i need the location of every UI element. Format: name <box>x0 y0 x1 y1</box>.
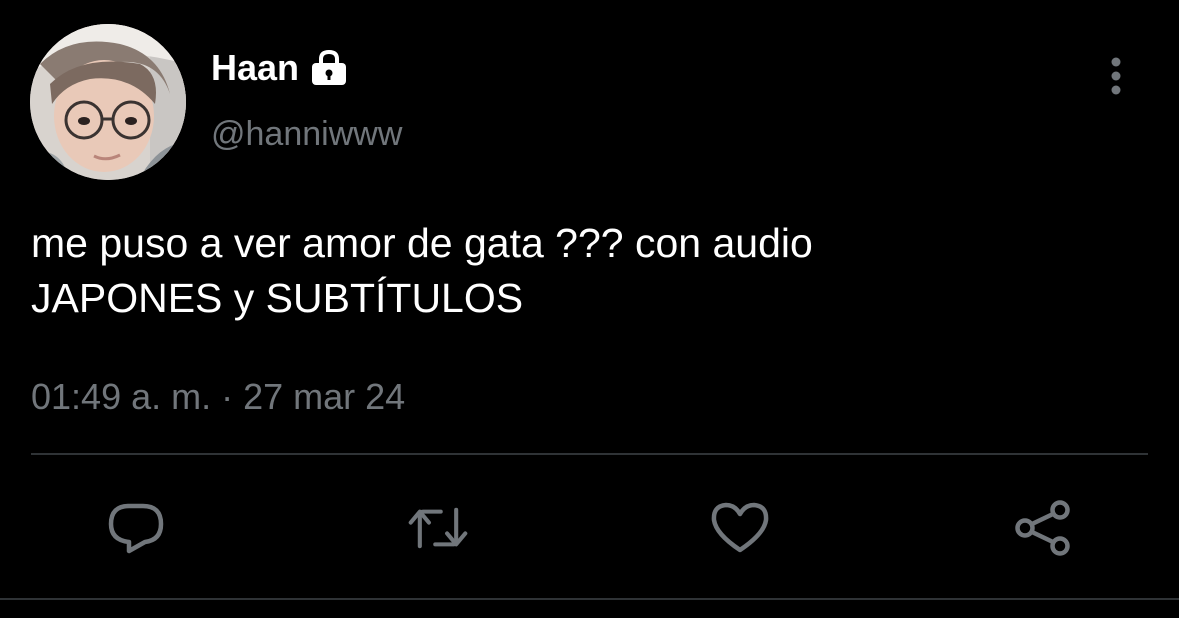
retweet-button[interactable] <box>408 498 468 558</box>
divider <box>0 598 1179 600</box>
tweet-text: me puso a ver amor de gata ??? con audio… <box>31 220 813 321</box>
share-button[interactable] <box>1013 498 1073 558</box>
lock-icon <box>309 49 349 87</box>
more-options-button[interactable] <box>1096 52 1136 100</box>
reply-button[interactable] <box>106 498 166 558</box>
share-icon <box>1015 500 1070 556</box>
retweet-icon <box>408 507 468 549</box>
user-handle[interactable]: @hanniwww <box>211 114 402 154</box>
more-vertical-icon <box>1111 57 1121 95</box>
like-button[interactable] <box>710 498 770 558</box>
display-name-text[interactable]: Haan <box>211 48 299 88</box>
reply-icon <box>108 503 164 554</box>
avatar-photo <box>30 24 186 180</box>
display-name[interactable]: Haan <box>211 48 349 88</box>
like-icon <box>711 502 769 553</box>
avatar[interactable] <box>30 24 186 180</box>
divider <box>31 453 1148 455</box>
tweet-timestamp[interactable]: 01:49 a. m. · 27 mar 24 <box>31 376 405 418</box>
